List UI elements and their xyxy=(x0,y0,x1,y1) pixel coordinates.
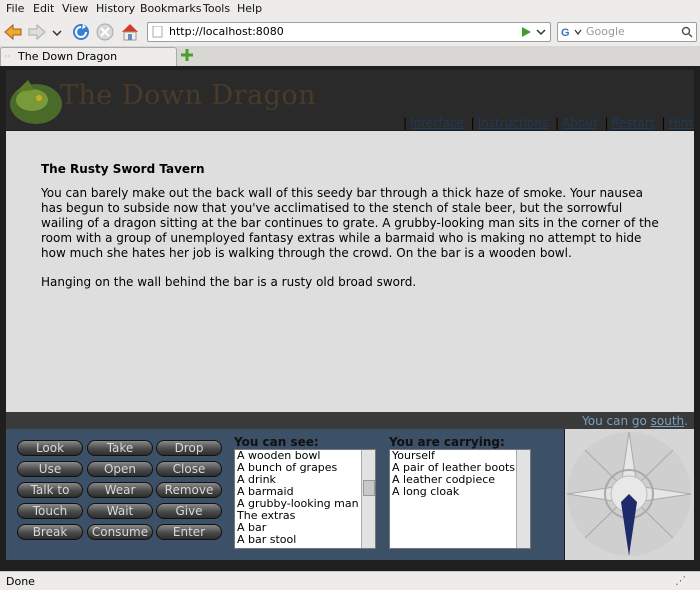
verb-break-button[interactable]: Break xyxy=(17,524,83,540)
google-icon[interactable]: G xyxy=(560,25,584,39)
page-icon xyxy=(152,26,163,38)
exit-info: You can go south. xyxy=(582,414,688,428)
forward-icon[interactable] xyxy=(26,21,48,43)
back-icon[interactable] xyxy=(2,21,24,43)
inventory-list[interactable]: Yourself A pair of leather boots A leath… xyxy=(389,449,531,549)
see-list-scrollbar[interactable] xyxy=(361,450,375,548)
home-icon[interactable] xyxy=(119,21,141,43)
verb-consume-button[interactable]: Consume xyxy=(87,524,153,540)
nav-instructions[interactable]: Instructions xyxy=(478,116,548,130)
nav-hint[interactable]: Hint xyxy=(668,116,693,130)
status-text: Done xyxy=(6,575,35,588)
dropdown-icon[interactable] xyxy=(50,21,64,43)
nav-interface[interactable]: Interface xyxy=(410,116,464,130)
carry-label: You are carrying: xyxy=(389,435,505,449)
nav-about[interactable]: About xyxy=(562,116,597,130)
exit-prefix: You can go xyxy=(582,414,647,428)
menu-bookmarks[interactable]: Bookmarks xyxy=(140,2,201,15)
verb-close-button[interactable]: Close xyxy=(156,461,222,477)
verb-open-button[interactable]: Open xyxy=(87,461,153,477)
verb-enter-button[interactable]: Enter xyxy=(156,524,222,540)
see-item[interactable]: A bar stool xyxy=(235,534,375,546)
nav-restart[interactable]: Restart xyxy=(611,116,654,130)
search-icon[interactable] xyxy=(681,26,693,38)
new-tab-icon[interactable] xyxy=(180,48,194,62)
verb-wait-button[interactable]: Wait xyxy=(87,503,153,519)
inventory-list-scrollbar[interactable] xyxy=(516,450,530,548)
game-title: The Down Dragon xyxy=(60,80,317,111)
verb-give-button[interactable]: Give xyxy=(156,503,222,519)
go-icon[interactable] xyxy=(520,26,532,38)
menu-view[interactable]: View xyxy=(62,2,88,15)
room-title: The Rusty Sword Tavern xyxy=(41,162,205,176)
verb-take-button[interactable]: Take xyxy=(87,440,153,456)
verb-wear-button[interactable]: Wear xyxy=(87,482,153,498)
verb-remove-button[interactable]: Remove xyxy=(156,482,222,498)
verb-drop-button[interactable]: Drop xyxy=(156,440,222,456)
menu-tools[interactable]: Tools xyxy=(203,2,230,15)
verb-talk-to-button[interactable]: Talk to xyxy=(17,482,83,498)
tab-title: The Down Dragon xyxy=(18,50,118,63)
menu-edit[interactable]: Edit xyxy=(33,2,54,15)
url-dropdown-icon[interactable] xyxy=(535,26,547,38)
carry-item[interactable]: A long cloak xyxy=(390,486,530,498)
status-bar: Done ⋰ xyxy=(0,571,700,590)
see-label: You can see: xyxy=(234,435,319,449)
reload-icon[interactable] xyxy=(70,21,92,43)
exit-suffix: . xyxy=(684,414,688,428)
tab-active[interactable]: ◦◦ The Down Dragon xyxy=(0,47,177,67)
stop-icon[interactable] xyxy=(94,21,116,43)
compass-panel xyxy=(565,429,694,560)
see-list[interactable]: A wooden bowl A bunch of grapes A drink … xyxy=(234,449,376,549)
menu-file[interactable]: File xyxy=(6,2,24,15)
menu-bar: File Edit View History Bookmarks Tools H… xyxy=(0,0,700,18)
exit-south-link[interactable]: south xyxy=(651,414,685,428)
url-text[interactable]: http://localhost:8080 xyxy=(169,25,284,38)
menu-help[interactable]: Help xyxy=(237,2,262,15)
svg-text:G: G xyxy=(561,27,570,39)
resize-grip-icon[interactable]: ⋰ xyxy=(675,574,686,587)
verb-touch-button[interactable]: Touch xyxy=(17,503,83,519)
menu-history[interactable]: History xyxy=(96,2,135,15)
room-description: You can barely make out the back wall of… xyxy=(41,186,659,260)
search-placeholder[interactable]: Google xyxy=(586,25,625,38)
compass-rose[interactable] xyxy=(565,429,694,560)
url-bar[interactable]: http://localhost:8080 xyxy=(147,22,551,42)
search-box[interactable]: G Google xyxy=(557,22,697,42)
tab-favicon-icon: ◦◦ xyxy=(4,53,12,60)
verb-look-button[interactable]: Look xyxy=(17,440,83,456)
room-description-extra: Hanging on the wall behind the bar is a … xyxy=(41,275,417,289)
verb-use-button[interactable]: Use xyxy=(17,461,83,477)
